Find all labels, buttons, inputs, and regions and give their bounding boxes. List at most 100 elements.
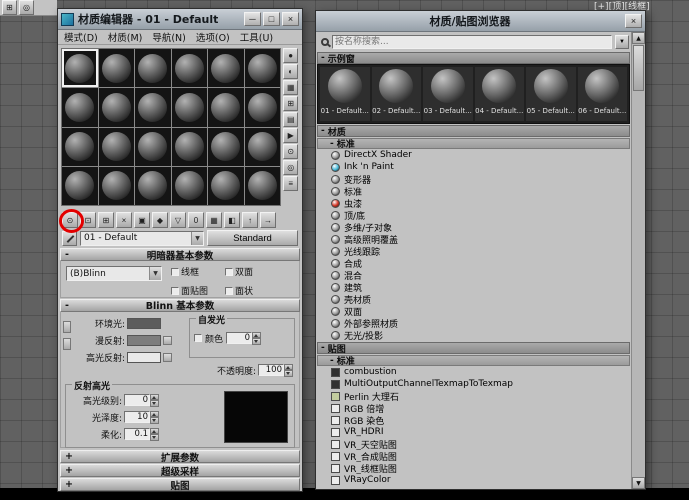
sample-slot[interactable] (135, 167, 171, 205)
maximize-button[interactable]: □ (263, 12, 280, 26)
menu-item[interactable]: 工具(U) (240, 30, 273, 44)
material-list-item[interactable]: DirectX Shader (317, 149, 630, 161)
sample-slot[interactable] (135, 88, 171, 126)
map-list-item[interactable]: RGB 染色 (317, 414, 630, 426)
put-to-library-icon[interactable]: ▽ (170, 212, 186, 228)
spinner-down-icon[interactable] (150, 434, 159, 441)
sample-slot[interactable] (99, 49, 135, 87)
chevron-down-icon[interactable]: ▼ (191, 232, 203, 245)
scrollbar-thumb[interactable] (633, 45, 644, 91)
get-material-icon[interactable]: ⊙ (62, 212, 78, 228)
sample-slot[interactable] (208, 49, 244, 87)
menu-item[interactable]: 导航(N) (152, 30, 186, 44)
material-list-item[interactable]: 壳材质 (317, 293, 630, 305)
lock-ambient-diffuse-button[interactable] (63, 321, 71, 333)
section-header-materials[interactable]: - 材质 (317, 125, 630, 137)
rollout-header-blinn-basic[interactable]: - Blinn 基本参数 (60, 299, 300, 312)
sample-slot[interactable] (208, 88, 244, 126)
diffuse-color-swatch[interactable] (127, 335, 161, 346)
search-input[interactable] (332, 35, 612, 49)
rollout-header-collapsed[interactable]: +超级采样 (60, 464, 300, 477)
browser-sample-slot[interactable]: 06 - Default... (578, 67, 628, 121)
chevron-down-icon[interactable]: ▼ (149, 267, 161, 280)
shader-checkbox[interactable]: 双面 (225, 265, 279, 278)
sample-slot[interactable] (99, 128, 135, 166)
select-by-material-icon[interactable]: ◎ (283, 160, 298, 175)
shader-checkbox[interactable]: 线框 (171, 265, 225, 278)
material-list-item[interactable]: 建筑 (317, 281, 630, 293)
minimize-button[interactable]: ─ (244, 12, 261, 26)
self-illum-color-checkbox[interactable] (194, 334, 202, 342)
reset-map-icon[interactable]: × (116, 212, 132, 228)
make-unique-icon[interactable]: ◆ (152, 212, 168, 228)
map-list-item[interactable]: VR_线框贴图 (317, 462, 630, 474)
spinner-down-icon[interactable] (284, 370, 293, 377)
sample-slot[interactable] (172, 167, 208, 205)
map-list-item[interactable]: VRayColor (317, 474, 630, 486)
scroll-up-icon[interactable]: ▲ (632, 32, 645, 44)
show-map-in-viewport-icon[interactable]: ▦ (206, 212, 222, 228)
map-list-item[interactable]: combustion (317, 366, 630, 378)
section-header-materials-standard[interactable]: - 标准 (317, 138, 630, 149)
sample-slot[interactable] (62, 167, 98, 205)
material-list-item[interactable]: 双面 (317, 305, 630, 317)
backlight-icon[interactable]: ◐ (283, 64, 298, 79)
shader-checkbox[interactable]: 面贴图 (171, 284, 225, 297)
material-type-button[interactable]: Standard (207, 230, 298, 246)
spinner-down-icon[interactable] (150, 417, 159, 424)
map-list-item[interactable]: MultiOutputChannelTexmapToTexmap (317, 378, 630, 390)
lock-diffuse-specular-button[interactable] (63, 338, 71, 350)
material-id-channel-icon[interactable]: 0 (188, 212, 204, 228)
browser-sample-slot[interactable]: 05 - Default... (526, 67, 576, 121)
browser-sample-slot[interactable]: 03 - Default... (423, 67, 473, 121)
material-list-item[interactable]: Ink 'n Paint (317, 161, 630, 173)
rollout-header-collapsed[interactable]: +扩展参数 (60, 450, 300, 463)
value-spinner[interactable]: 0 (226, 332, 261, 345)
close-button[interactable]: × (625, 14, 642, 28)
make-material-copy-icon[interactable]: ▣ (134, 212, 150, 228)
go-forward-icon[interactable]: → (260, 212, 276, 228)
sample-uv-tiling-icon[interactable]: ⊞ (283, 96, 298, 111)
main-toolbar-icon-2[interactable]: ◎ (19, 0, 34, 15)
sample-type-icon[interactable]: ● (283, 48, 298, 63)
section-header-maps-standard[interactable]: - 标准 (317, 355, 630, 366)
sample-slot[interactable] (99, 88, 135, 126)
specular-color-swatch[interactable] (127, 352, 161, 363)
value-spinner[interactable]: 0.1 (124, 428, 159, 441)
go-to-parent-icon[interactable]: ↑ (242, 212, 258, 228)
sample-slot[interactable] (172, 49, 208, 87)
material-list-item[interactable]: 变形器 (317, 173, 630, 185)
sample-slot[interactable] (99, 167, 135, 205)
menu-item[interactable]: 选项(O) (196, 30, 230, 44)
material-list-item[interactable]: 无光/投影 (317, 329, 630, 341)
section-header-sample-windows[interactable]: - 示例窗 (317, 52, 630, 64)
spinner-down-icon[interactable] (252, 338, 261, 345)
material-list-item[interactable]: 虫漆 (317, 197, 630, 209)
sample-slot[interactable] (62, 49, 98, 87)
assign-material-to-selection-icon[interactable]: ⊞ (98, 212, 114, 228)
browser-titlebar[interactable]: 材质/贴图浏览器 × (316, 11, 645, 32)
put-material-to-scene-icon[interactable]: ⊡ (80, 212, 96, 228)
sample-slot[interactable] (208, 128, 244, 166)
diffuse-map-button[interactable] (163, 336, 172, 345)
material-list-item[interactable]: 顶/底 (317, 209, 630, 221)
rollout-header-shader-basic[interactable]: - 明暗器基本参数 (60, 248, 300, 261)
shader-type-dropdown[interactable]: (B)Blinn ▼ (66, 266, 162, 281)
map-list-item[interactable]: VR_天空贴图 (317, 438, 630, 450)
material-list-item[interactable]: 标准 (317, 185, 630, 197)
section-header-maps[interactable]: - 贴图 (317, 342, 630, 354)
ambient-color-swatch[interactable] (127, 318, 161, 329)
menu-item[interactable]: 模式(D) (64, 30, 98, 44)
rollout-header-collapsed[interactable]: +贴图 (60, 478, 300, 491)
browser-sample-slot[interactable]: 01 - Default... (320, 67, 370, 121)
map-list-item[interactable]: VR_HDRI (317, 426, 630, 438)
sample-slot[interactable] (245, 49, 281, 87)
material-list-item[interactable]: 合成 (317, 257, 630, 269)
menu-item[interactable]: 材质(M) (108, 30, 143, 44)
sample-slot[interactable] (245, 88, 281, 126)
sample-slot[interactable] (245, 167, 281, 205)
material-list-item[interactable]: 光线跟踪 (317, 245, 630, 257)
material-list-item[interactable]: 高级照明覆盖 (317, 233, 630, 245)
material-editor-titlebar[interactable]: 材质编辑器 - 01 - Default ─□× (58, 9, 302, 30)
material-map-navigator-icon[interactable]: ≡ (283, 176, 298, 191)
